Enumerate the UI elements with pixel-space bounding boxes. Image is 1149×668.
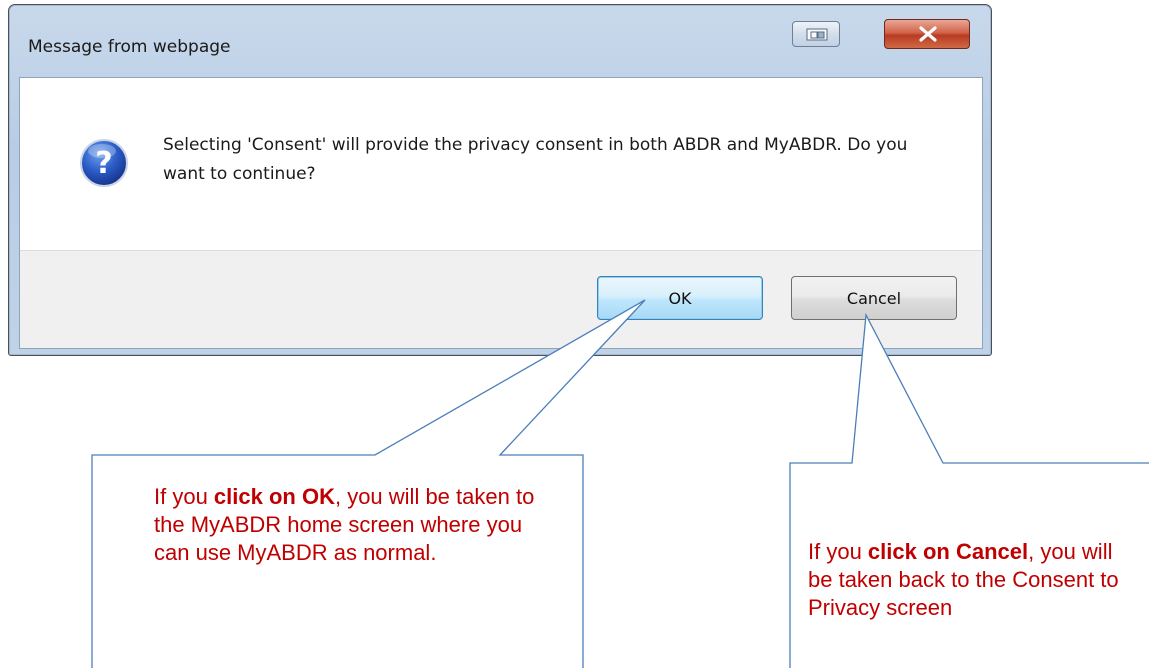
callout-ok-text: If you click on OK, you will be taken to… <box>154 483 554 567</box>
callout-cancel-text: If you click on Cancel, you will be take… <box>808 538 1128 622</box>
callout-cancel-bold: click on Cancel <box>867 539 1029 564</box>
callout-ok-prefix: If you <box>154 484 214 509</box>
callout-cancel-prefix: If you <box>808 539 868 564</box>
callout-ok-bold: click on OK <box>213 484 335 509</box>
